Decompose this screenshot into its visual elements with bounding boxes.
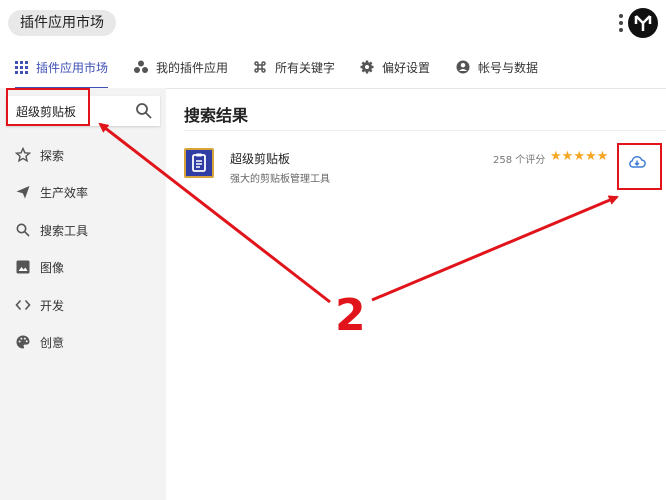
annotation-arrows [98, 122, 619, 304]
step-number: 2 [335, 290, 366, 341]
arrow-to-download [371, 195, 619, 302]
arrow-to-search [98, 122, 331, 304]
